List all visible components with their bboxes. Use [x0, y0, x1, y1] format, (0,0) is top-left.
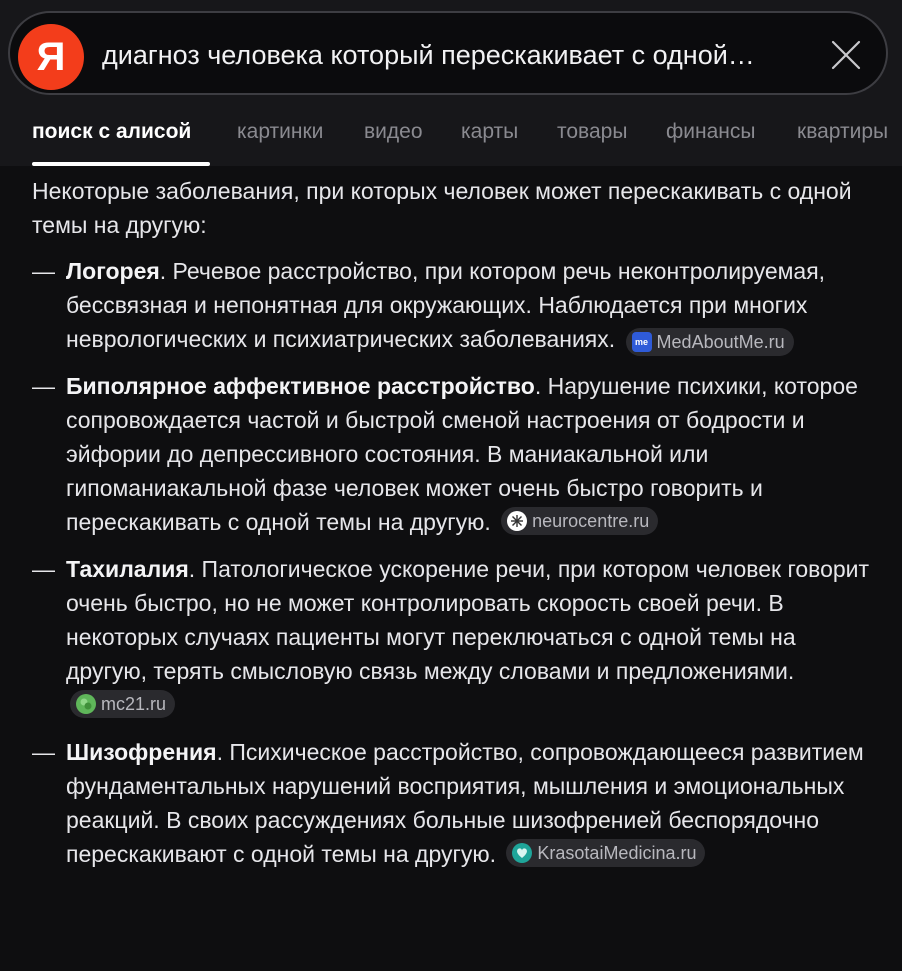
- tab-maps[interactable]: карты: [461, 118, 518, 146]
- close-icon: [831, 40, 861, 70]
- search-tabs: поиск с алисой картинки видео карты това…: [0, 104, 902, 166]
- krasotaimedicina-icon: [512, 843, 533, 863]
- source-label: neurocentre.ru: [532, 511, 650, 531]
- tab-video[interactable]: видео: [364, 118, 423, 146]
- answer-intro: Некоторые заболевания, при которых челов…: [32, 178, 852, 238]
- source-label: KrasotaiMedicina.ru: [537, 843, 697, 863]
- svg-text:Я: Я: [37, 35, 66, 79]
- list-dash: —: [32, 373, 55, 399]
- source-link[interactable]: KrasotaiMedicina.ru: [506, 839, 706, 867]
- item-term: Логорея: [66, 258, 160, 284]
- tab-products[interactable]: товары: [557, 118, 627, 146]
- source-link[interactable]: mc21.ru: [70, 690, 176, 718]
- list-dash: —: [32, 556, 55, 582]
- item-term: Биполярное аффективное расстройство: [66, 373, 535, 399]
- answer-list-item: — Шизофрения. Психическое расстройство, …: [32, 735, 872, 871]
- yandex-logo[interactable]: Я: [18, 24, 84, 90]
- list-dash: —: [32, 258, 55, 284]
- item-term: Шизофрения: [66, 739, 217, 765]
- tab-search-with-alice[interactable]: поиск с алисой: [32, 118, 191, 146]
- source-label: mc21.ru: [101, 694, 167, 714]
- source-label: MedAboutMe.ru: [656, 332, 785, 352]
- tab-apartments[interactable]: квартиры: [797, 118, 888, 146]
- neurocentre-icon: [507, 511, 528, 531]
- medaboutme-icon: me: [631, 332, 652, 352]
- list-dash: —: [32, 739, 55, 765]
- header: Я диагноз человека который перескакивает…: [0, 0, 902, 166]
- search-input[interactable]: диагноз человека который перескакивает с…: [102, 38, 802, 72]
- answer-list-item: — Тахилалия. Патологическое ускорение ре…: [32, 552, 872, 722]
- clear-search-button[interactable]: [830, 39, 862, 71]
- active-tab-indicator: [32, 162, 210, 166]
- source-link[interactable]: me MedAboutMe.ru: [625, 328, 794, 356]
- yandex-logo-icon: Я: [37, 35, 66, 79]
- tab-finance[interactable]: финансы: [666, 118, 755, 146]
- source-link[interactable]: neurocentre.ru: [501, 507, 659, 535]
- mc21-icon: [76, 694, 96, 714]
- alice-answer: Некоторые заболевания, при которых челов…: [32, 174, 872, 884]
- item-term: Тахилалия: [66, 556, 189, 582]
- answer-list-item: — Биполярное аффективное расстройство. Н…: [32, 369, 872, 539]
- search-bar[interactable]: Я диагноз человека который перескакивает…: [8, 11, 888, 95]
- answer-list-item: — Логорея. Речевое расстройство, при кот…: [32, 254, 872, 356]
- tab-images[interactable]: картинки: [237, 118, 323, 146]
